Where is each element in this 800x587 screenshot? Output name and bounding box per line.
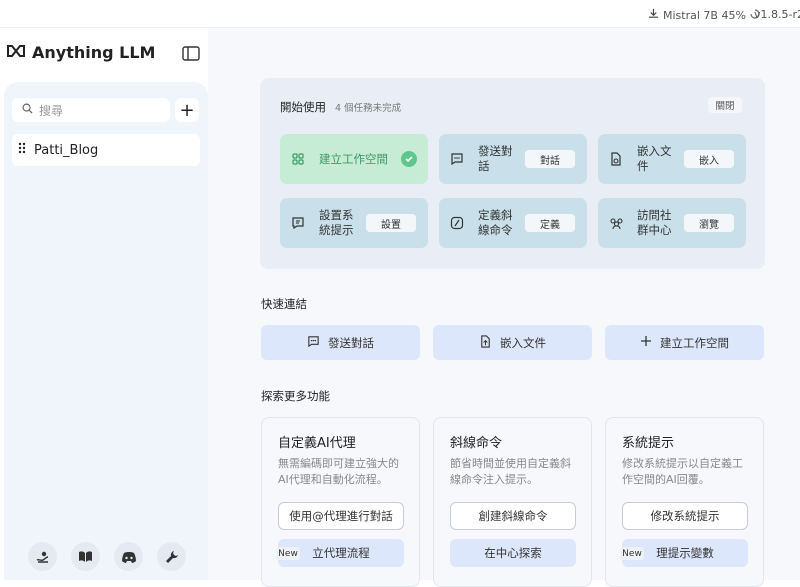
app-name: Anything LLM [32, 43, 156, 62]
task-label: 設置系統提示 [319, 208, 354, 237]
file-upload-icon [479, 334, 492, 351]
feature-card-title: 自定義AI代理 [278, 436, 356, 451]
getting-started-subtitle: 4 個任務未完成 [335, 103, 402, 114]
quick-link-embed-document[interactable]: 嵌入文件 [433, 325, 592, 360]
download-icon [648, 8, 659, 22]
feature-card-slash-commands: 斜線命令 節省時間並使用自定義斜線命令注入提示。 創建斜線命令 在中心探索 [433, 417, 592, 587]
check-icon [401, 151, 417, 167]
quick-link-label: 建立工作空間 [660, 335, 729, 350]
search-icon [22, 103, 33, 117]
task-label: 定義斜線命令 [478, 208, 513, 237]
workspace-name: Patti_Blog [34, 142, 99, 158]
task-embed-button[interactable]: 嵌入 [684, 150, 734, 168]
grid-icon [291, 152, 305, 166]
sidebar-footer [28, 542, 186, 571]
top-bar: Mistral 7B 45% v1.8.5-r2 [0, 0, 800, 28]
docs-book-icon[interactable] [71, 542, 100, 571]
new-badge: New [620, 547, 644, 560]
task-define-button[interactable]: 定義 [525, 214, 575, 232]
quick-link-label: 發送對話 [328, 335, 374, 350]
task-label: 發送對話 [478, 144, 513, 173]
task-community-hub[interactable]: 訪問社群中心 瀏覽 [598, 198, 746, 248]
task-slash-command[interactable]: 定義斜線命令 定義 [439, 198, 587, 248]
model-status-text: Mistral 7B 45% [663, 8, 746, 22]
quick-link-create-workspace[interactable]: 建立工作空間 [605, 325, 764, 360]
drag-handle-icon[interactable] [18, 142, 26, 158]
app-logo: Anything LLM [6, 43, 155, 62]
anything-llm-logo-icon [6, 43, 26, 62]
task-embed-document[interactable]: 嵌入文件 嵌入 [598, 134, 746, 184]
sidebar: 搜尋 + Patti_Blog [4, 82, 208, 580]
task-system-prompt[interactable]: 設置系統提示 設置 [280, 198, 428, 248]
task-create-workspace[interactable]: 建立工作空間 [280, 134, 428, 184]
message-icon [291, 216, 305, 230]
explore-title: 探索更多功能 [261, 389, 330, 403]
feature-card-ai-agent: 自定義AI代理 無需編碼即可建立強大的AI代理和自動化流程。 使用@代理進行對話… [261, 417, 420, 587]
task-browse-button[interactable]: 瀏覽 [684, 214, 734, 232]
search-input[interactable]: 搜尋 [12, 98, 170, 122]
community-icon [609, 216, 623, 230]
slash-icon [450, 216, 464, 230]
model-download-status[interactable]: Mistral 7B 45% [648, 8, 760, 22]
chat-with-agent-button[interactable]: 使用@代理進行對話 [278, 502, 404, 530]
task-label: 建立工作空間 [319, 151, 388, 166]
new-badge: New [276, 547, 300, 560]
plus-icon [640, 335, 652, 350]
workspace-item[interactable]: Patti_Blog [12, 134, 200, 166]
chat-icon [307, 335, 320, 351]
new-workspace-button[interactable]: + [175, 98, 199, 122]
task-send-chat[interactable]: 發送對話 對話 [439, 134, 587, 184]
search-placeholder: 搜尋 [39, 103, 64, 118]
discord-icon[interactable] [114, 542, 143, 571]
version-label: v1.8.5-r2 [754, 8, 800, 21]
main-panel: 開始使用 4 個任務未完成 關閉 建立工作空間 發送對話 對話 嵌入文件 嵌入 [208, 28, 800, 587]
feature-card-system-prompt: 系統提示 修改系統提示以自定義工作空間的AI回覆。 修改系統提示 理提示變數 N… [605, 417, 764, 587]
quick-link-send-chat[interactable]: 發送對話 [261, 325, 420, 360]
edit-system-prompt-button[interactable]: 修改系統提示 [622, 502, 748, 530]
chat-icon [450, 152, 464, 166]
task-chat-button[interactable]: 對話 [525, 150, 575, 168]
create-slash-command-button[interactable]: 創建斜線命令 [450, 502, 576, 530]
sidebar-toggle-icon[interactable] [182, 46, 200, 61]
feature-card-description: 節省時間並使用自定義斜線命令注入提示。 [450, 457, 571, 486]
feature-card-title: 系統提示 [622, 436, 675, 451]
close-getting-started-button[interactable]: 關閉 [708, 97, 742, 113]
quick-links-title: 快速連結 [261, 297, 307, 311]
quick-link-label: 嵌入文件 [500, 335, 546, 350]
task-setup-button[interactable]: 設置 [366, 214, 416, 232]
explore-in-hub-button[interactable]: 在中心探索 [450, 539, 576, 567]
getting-started-panel: 開始使用 4 個任務未完成 關閉 建立工作空間 發送對話 對話 嵌入文件 嵌入 [260, 78, 765, 269]
settings-wrench-icon[interactable] [157, 542, 186, 571]
feature-card-description: 修改系統提示以自定義工作空間的AI回覆。 [622, 457, 743, 486]
getting-started-title: 開始使用 [280, 100, 326, 114]
document-icon [609, 152, 623, 166]
community-hub-icon[interactable] [28, 542, 57, 571]
feature-card-title: 斜線命令 [450, 436, 503, 451]
task-label: 訪問社群中心 [637, 208, 672, 237]
feature-card-description: 無需編碼即可建立強大的AI代理和自動化流程。 [278, 457, 399, 486]
task-label: 嵌入文件 [637, 144, 672, 173]
